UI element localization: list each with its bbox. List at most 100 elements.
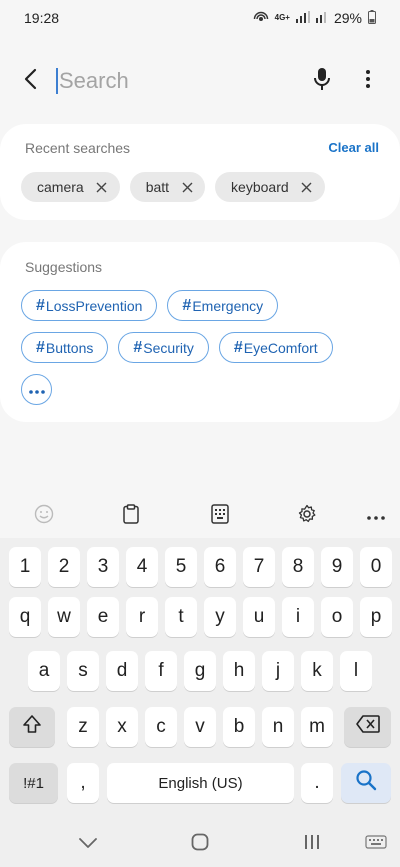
key-h[interactable]: h: [223, 651, 255, 691]
more-options-button[interactable]: [348, 59, 388, 103]
key-u[interactable]: u: [243, 597, 275, 637]
key-1[interactable]: 1: [9, 547, 41, 587]
key-q[interactable]: q: [9, 597, 41, 637]
space-key[interactable]: English (US): [107, 763, 294, 803]
settings-button[interactable]: [291, 500, 323, 532]
hash-icon: #: [182, 296, 192, 314]
recent-search-chip[interactable]: batt: [129, 172, 206, 202]
key-2[interactable]: 2: [48, 547, 80, 587]
keyboard-mode-button[interactable]: [204, 500, 236, 532]
key-c[interactable]: c: [145, 707, 177, 747]
hash-icon: #: [133, 338, 143, 356]
keyboard-mode-icon: [211, 503, 229, 529]
battery-icon: [368, 9, 376, 27]
search-field[interactable]: [56, 59, 300, 103]
recent-search-chip[interactable]: camera: [21, 172, 120, 202]
network-type: 4G+: [274, 13, 290, 22]
key-f[interactable]: f: [145, 651, 177, 691]
search-header: [0, 52, 400, 110]
search-key[interactable]: [341, 763, 391, 803]
key-k[interactable]: k: [301, 651, 333, 691]
more-horizontal-icon: [367, 507, 385, 525]
shift-key[interactable]: [9, 707, 55, 747]
key-d[interactable]: d: [106, 651, 138, 691]
keyboard-switch-button[interactable]: [360, 831, 392, 857]
home-button[interactable]: [184, 831, 216, 857]
back-button[interactable]: [8, 59, 52, 103]
suggestion-row: [21, 374, 333, 405]
comma-key[interactable]: ,: [67, 763, 99, 803]
key-z[interactable]: z: [67, 707, 99, 747]
mic-icon: [313, 67, 331, 96]
key-0[interactable]: 0: [360, 547, 392, 587]
key-4[interactable]: 4: [126, 547, 158, 587]
key-t[interactable]: t: [165, 597, 197, 637]
key-w[interactable]: w: [48, 597, 80, 637]
key-g[interactable]: g: [184, 651, 216, 691]
suggestion-list: # LossPrevention # Emergency # Buttons # Sec…: [21, 290, 333, 416]
close-icon[interactable]: [96, 181, 108, 193]
key-r[interactable]: r: [126, 597, 158, 637]
suggestion-tag-buttons[interactable]: # Buttons: [21, 332, 109, 363]
suggestions-card: Suggestions # LossPrevention # Emergency #…: [0, 242, 400, 422]
key-m[interactable]: m: [301, 707, 333, 747]
suggestion-tag-lossprevention[interactable]: # LossPrevention: [21, 290, 158, 321]
key-b[interactable]: b: [223, 707, 255, 747]
keyboard-icon: [365, 834, 387, 854]
signal-icon-2: [315, 10, 328, 26]
backspace-icon: [355, 715, 380, 739]
search-icon: [355, 769, 377, 797]
keyboard-toolbar: [0, 496, 400, 536]
battery-percent: 29%: [333, 10, 362, 26]
status-icons: 4G+ 29%: [253, 9, 376, 27]
key-o[interactable]: o: [321, 597, 353, 637]
key-9[interactable]: 9: [321, 547, 353, 587]
keyboard: 1 2 3 4 5 6 7 8 9 0 q w e r t y u i o p …: [0, 538, 400, 821]
key-i[interactable]: i: [282, 597, 314, 637]
emoji-button[interactable]: [28, 500, 60, 532]
key-n[interactable]: n: [262, 707, 294, 747]
hide-keyboard-button[interactable]: [72, 831, 104, 857]
clear-all-button[interactable]: Clear all: [328, 140, 379, 155]
key-l[interactable]: l: [340, 651, 372, 691]
key-j[interactable]: j: [262, 651, 294, 691]
voice-search-button[interactable]: [300, 59, 344, 103]
back-arrow-icon: [23, 68, 37, 95]
recents-button[interactable]: [296, 831, 328, 857]
key-3[interactable]: 3: [87, 547, 119, 587]
more-vertical-icon: [365, 69, 371, 94]
key-a[interactable]: a: [28, 651, 60, 691]
more-suggestions-button[interactable]: [21, 374, 52, 405]
key-s[interactable]: s: [67, 651, 99, 691]
key-x[interactable]: x: [106, 707, 138, 747]
key-e[interactable]: e: [87, 597, 119, 637]
toolbar-more-button[interactable]: [360, 500, 392, 532]
clipboard-button[interactable]: [115, 500, 147, 532]
key-7[interactable]: 7: [243, 547, 275, 587]
suggestion-tag-emergency[interactable]: # Emergency: [167, 290, 279, 321]
recent-search-list: camera batt keyboard: [21, 172, 325, 202]
symbols-key[interactable]: !#1: [9, 763, 58, 803]
period-key[interactable]: .: [301, 763, 333, 803]
key-v[interactable]: v: [184, 707, 216, 747]
backspace-key[interactable]: [344, 707, 391, 747]
close-icon[interactable]: [181, 181, 193, 193]
close-icon[interactable]: [301, 181, 313, 193]
recent-search-label: camera: [37, 179, 84, 195]
recent-search-chip[interactable]: keyboard: [215, 172, 325, 202]
key-8[interactable]: 8: [282, 547, 314, 587]
key-y[interactable]: y: [204, 597, 236, 637]
search-input[interactable]: [59, 68, 279, 94]
recent-search-label: keyboard: [231, 179, 289, 195]
key-6[interactable]: 6: [204, 547, 236, 587]
suggestion-label: EyeComfort: [243, 339, 318, 356]
suggestion-label: Security: [143, 339, 194, 356]
home-icon: [191, 833, 209, 856]
recent-searches-title: Recent searches: [25, 140, 131, 156]
key-p[interactable]: p: [360, 597, 392, 637]
suggestion-tag-security[interactable]: # Security: [118, 332, 209, 363]
gear-icon: [297, 504, 317, 529]
recent-searches-card: Recent searches Clear all camera batt ke…: [0, 124, 400, 220]
key-5[interactable]: 5: [165, 547, 197, 587]
suggestion-tag-eyecomfort[interactable]: # EyeComfort: [218, 332, 333, 363]
